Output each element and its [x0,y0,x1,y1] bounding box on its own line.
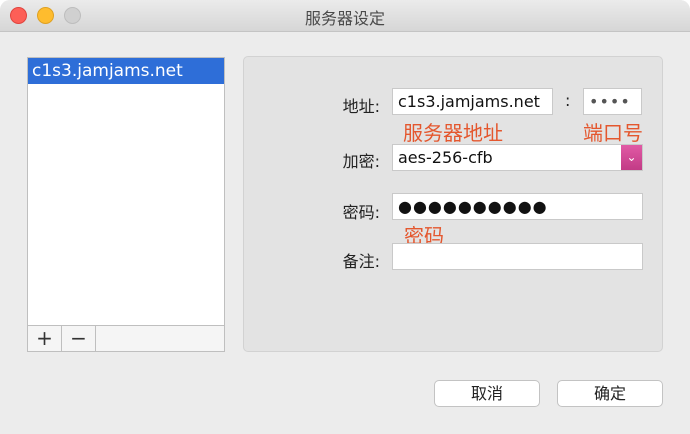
remove-server-button[interactable]: − [62,326,96,351]
cipher-value: aes-256-cfb [398,148,493,167]
chevron-down-icon[interactable]: ⌄ [621,145,642,170]
server-settings-window: 服务器设定 c1s3.jamjams.net + − 地址: c1s3.jamj… [0,0,690,434]
cipher-label: 加密: [342,152,380,171]
address-label: 地址: [342,97,380,116]
window-title: 服务器设定 [304,9,385,28]
titlebar: 服务器设定 [0,0,690,32]
server-list[interactable]: c1s3.jamjams.net [27,57,225,326]
list-controls: + − [27,325,225,352]
server-list-item[interactable]: c1s3.jamjams.net [28,58,224,84]
confirm-button[interactable]: 确定 [557,380,663,407]
password-input[interactable]: ●●●●●●●●●● [392,193,643,220]
port-separator: : [565,91,571,110]
add-server-button[interactable]: + [28,326,62,351]
note-input[interactable] [392,243,643,270]
port-input[interactable]: •••• [583,88,642,115]
port-annotation: 端口号 [583,121,643,145]
cancel-button[interactable]: 取消 [434,380,540,407]
cipher-select[interactable]: aes-256-cfb ⌄ [392,144,643,171]
note-label: 备注: [342,252,380,271]
address-input[interactable]: c1s3.jamjams.net [392,88,553,115]
password-label: 密码: [342,203,380,222]
server-address-annotation: 服务器地址 [403,121,503,145]
